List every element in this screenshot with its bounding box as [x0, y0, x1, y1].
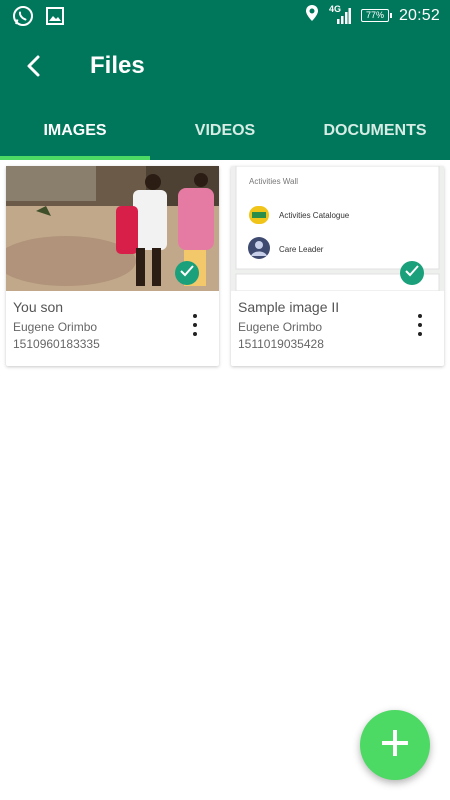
more-vert-icon: [418, 314, 422, 318]
file-timestamp: 1510960183335: [13, 337, 100, 351]
tab-bar: IMAGES VIDEOS DOCUMENTS: [0, 102, 450, 160]
more-vert-icon: [193, 314, 197, 318]
file-grid: You son Eugene Orimbo 1510960183335 Acti…: [6, 166, 444, 366]
preview-header: Activities Wall: [249, 177, 298, 186]
status-bar: 4G 77% 20:52: [0, 0, 450, 32]
more-options-button[interactable]: [185, 314, 205, 336]
battery-icon: 77%: [360, 9, 392, 22]
check-icon: [404, 263, 420, 284]
signal-icon: 4G: [329, 4, 351, 26]
tab-images[interactable]: IMAGES: [0, 102, 150, 160]
file-name: You son: [13, 299, 64, 315]
file-owner: Eugene Orimbo: [238, 320, 323, 334]
file-card[interactable]: Activities Wall Activities Catalogue Car…: [231, 166, 444, 366]
more-vert-dot: [193, 323, 197, 327]
tab-documents[interactable]: DOCUMENTS: [300, 102, 450, 160]
more-vert-dot: [418, 323, 422, 327]
check-icon: [179, 263, 195, 284]
more-options-button[interactable]: [410, 314, 430, 336]
page-title: Files: [90, 52, 145, 79]
app-bar: Files: [0, 32, 450, 102]
more-vert-dot: [418, 332, 422, 336]
back-arrow-icon: [24, 54, 44, 83]
file-name: Sample image II: [238, 299, 340, 315]
battery-level: 77%: [365, 10, 384, 20]
clock: 20:52: [398, 6, 440, 24]
selected-check[interactable]: [400, 261, 424, 285]
more-vert-dot: [193, 332, 197, 336]
selected-check[interactable]: [175, 261, 199, 285]
file-info: You son Eugene Orimbo 1510960183335: [13, 299, 100, 351]
file-owner: Eugene Orimbo: [13, 320, 98, 334]
file-card[interactable]: You son Eugene Orimbo 1510960183335: [6, 166, 219, 366]
plus-icon: [379, 727, 411, 764]
whatsapp-icon: [12, 5, 34, 32]
preview-row1: Activities Catalogue: [279, 211, 350, 220]
location-icon: [305, 4, 319, 27]
back-button[interactable]: [18, 52, 50, 84]
file-timestamp: 1511019035428: [238, 337, 324, 351]
add-file-button[interactable]: [360, 710, 430, 780]
gallery-icon: [46, 7, 64, 30]
tab-videos[interactable]: VIDEOS: [150, 102, 300, 160]
file-info: Sample image II Eugene Orimbo 1511019035…: [238, 299, 339, 351]
preview-row2: Care Leader: [279, 245, 324, 254]
